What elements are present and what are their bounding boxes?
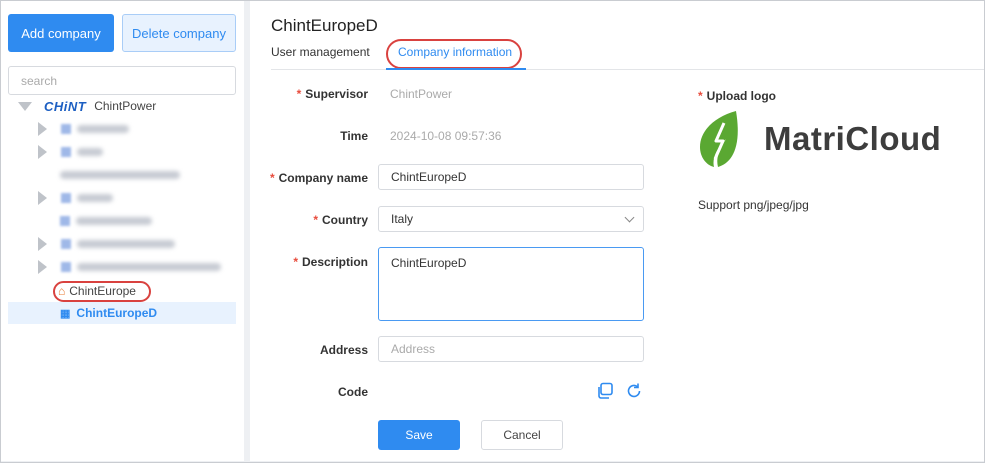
company-icon [61, 193, 71, 203]
leaf-icon [700, 111, 738, 167]
description-textarea[interactable]: ChintEuropeD [378, 247, 644, 321]
tree-item-redacted[interactable] [8, 118, 236, 140]
tree-item-redacted[interactable] [8, 164, 236, 186]
code-label: Code [338, 385, 368, 399]
tree-item-label: ChintEuropeD [76, 306, 158, 320]
time-label: Time [340, 129, 368, 143]
tree-item-redacted[interactable] [8, 233, 236, 255]
logo-upload[interactable]: MatriCloud [696, 109, 941, 169]
required-mark: * [269, 171, 275, 185]
company-name-label: * Company name [269, 171, 368, 185]
company-icon [61, 262, 71, 272]
annotation-ring [386, 39, 522, 69]
tab-user-management[interactable]: User management [271, 45, 370, 59]
chevron-down-icon [624, 212, 635, 223]
tree-item-redacted[interactable] [8, 187, 236, 209]
caret-right-icon[interactable] [38, 191, 47, 205]
tree-item-redacted[interactable] [8, 256, 236, 278]
company-icon [60, 216, 70, 226]
address-input[interactable]: Address [378, 336, 644, 362]
active-tab-indicator [386, 68, 526, 70]
save-button[interactable]: Save [378, 420, 460, 450]
redacted-label [77, 125, 129, 133]
building-icon: ▦ [60, 307, 71, 320]
caret-right-icon[interactable] [38, 260, 47, 274]
company-panel: ChintEuropeD User management Company inf… [250, 1, 984, 461]
upload-hint: Support png/jpeg/jpg [698, 198, 809, 212]
search-input[interactable] [8, 66, 236, 95]
company-icon [61, 239, 71, 249]
redacted-label [77, 148, 103, 156]
caret-right-icon[interactable] [38, 237, 47, 251]
logo-wordmark: MatriCloud [764, 120, 942, 157]
caret-right-icon[interactable] [38, 145, 47, 159]
tree-item-redacted[interactable] [8, 141, 236, 163]
copy-icon[interactable] [596, 382, 614, 400]
country-select[interactable]: Italy [378, 206, 644, 232]
caret-down-icon[interactable] [18, 101, 32, 111]
redacted-label [76, 217, 152, 225]
tree-item-chinteuroped[interactable]: ▦ ChintEuropeD [8, 302, 236, 324]
tree-item-redacted[interactable] [8, 210, 236, 232]
country-label: * Country [313, 213, 368, 227]
company-name-input[interactable]: ChintEuropeD [378, 164, 644, 190]
upload-logo-label: * Upload logo [698, 89, 776, 103]
redacted-label [77, 194, 113, 202]
supervisor-label: * Supervisor [296, 87, 368, 101]
chint-logo: CHiNT [44, 98, 87, 114]
required-mark: * [293, 255, 298, 269]
tree-root[interactable]: CHiNT ChintPower [8, 95, 236, 117]
redacted-label [77, 240, 175, 248]
redacted-label [60, 171, 180, 179]
supervisor-value: ChintPower [390, 87, 453, 101]
address-label: Address [319, 343, 368, 357]
company-icon [61, 124, 71, 134]
cancel-button[interactable]: Cancel [481, 420, 563, 450]
required-mark: * [296, 87, 302, 101]
refresh-icon[interactable] [625, 382, 643, 400]
tab-divider [271, 69, 984, 70]
redacted-label [77, 263, 221, 271]
annotation-ring [53, 281, 151, 302]
page-title: ChintEuropeD [271, 16, 378, 35]
tree-root-label: ChintPower [94, 99, 157, 113]
caret-right-icon[interactable] [38, 122, 47, 136]
company-icon [61, 147, 71, 157]
required-mark: * [698, 89, 703, 103]
time-value: 2024-10-08 09:57:36 [390, 129, 502, 143]
description-label: * Description [293, 255, 368, 269]
required-mark: * [313, 213, 318, 227]
company-sidebar: Add company Delete company CHiNT ChintPo… [1, 1, 244, 461]
delete-company-button[interactable]: Delete company [122, 14, 236, 52]
add-company-button[interactable]: Add company [8, 14, 114, 52]
